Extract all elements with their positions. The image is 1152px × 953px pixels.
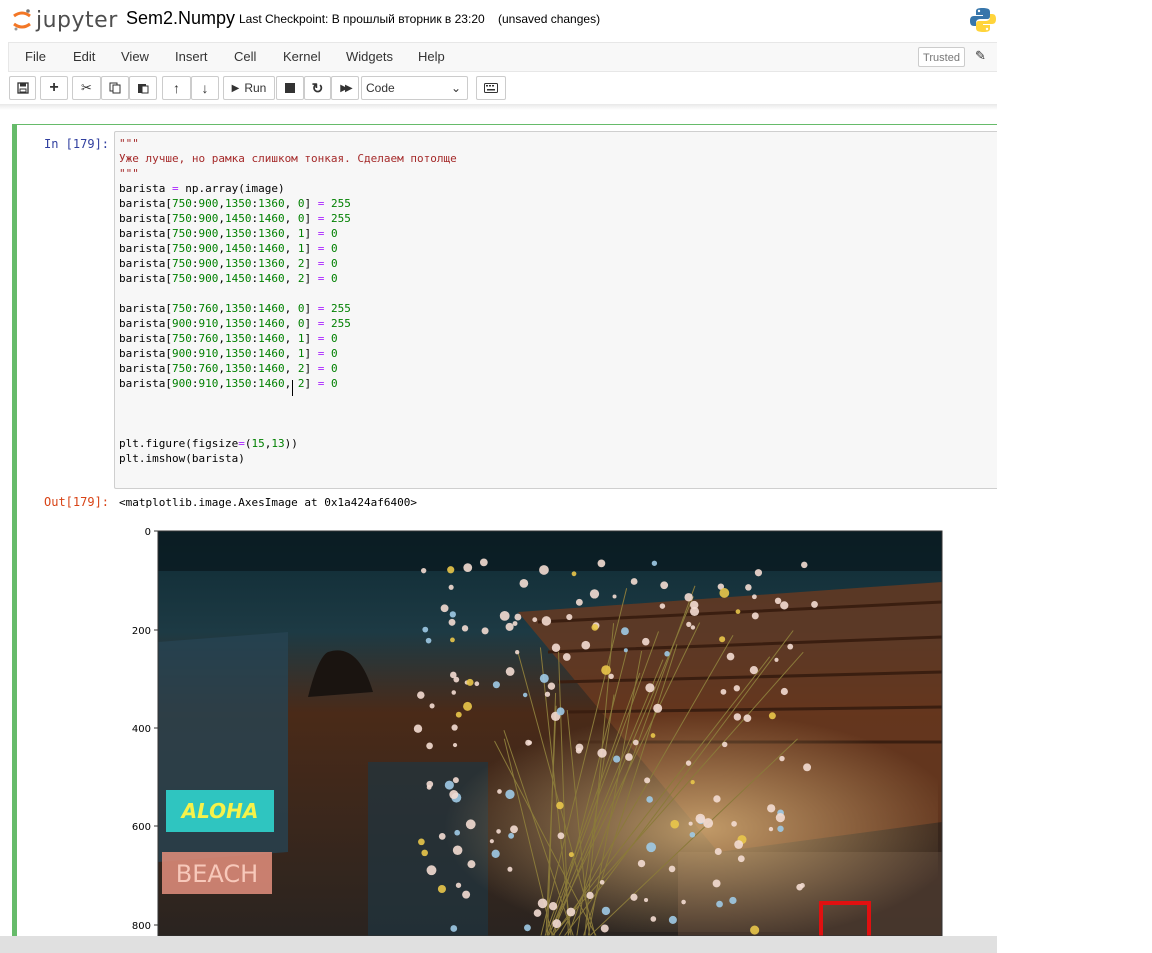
menu-view[interactable]: View [121,49,149,64]
run-all-button[interactable]: ▶▶ [331,76,359,100]
cut-button[interactable]: ✂ [72,76,101,100]
restart-button[interactable]: ↻ [304,76,331,100]
arrow-down-icon: ↓ [201,80,209,96]
jupyter-logo[interactable]: jupyter [12,6,118,34]
menu-kernel[interactable]: Kernel [283,49,321,64]
chevron-down-icon: ⌄ [450,81,461,95]
paste-button[interactable] [129,76,157,100]
plus-icon: + [49,79,59,96]
move-up-button[interactable]: ↑ [162,76,191,100]
notebook-app: jupyter Sem2.Numpy Last Checkpoint: В пр… [0,0,997,953]
save-icon [16,82,29,94]
menu-edit[interactable]: Edit [73,49,95,64]
notebook-name[interactable]: Sem2.Numpy [126,8,235,29]
keyboard-icon [484,83,498,93]
menu-widgets[interactable]: Widgets [346,49,393,64]
arrow-up-icon: ↑ [173,80,180,96]
paste-icon [138,84,149,94]
menu-help[interactable]: Help [418,49,445,64]
python-logo-icon [970,8,996,32]
fast-forward-icon: ▶▶ [340,82,353,94]
text-cursor [292,380,293,396]
restart-icon: ↻ [311,79,324,96]
play-icon: ▶ [231,82,240,94]
sign-aloha: ALOHA [180,799,259,823]
cell-type-select[interactable]: Code ⌄ [361,76,468,100]
jupyter-icon [13,9,31,31]
stop-icon [285,83,295,93]
save-button[interactable] [9,76,36,100]
scissors-icon: ✂ [81,80,92,95]
y-tick-200: 200 [132,626,151,637]
y-tick-0: 0 [145,527,151,538]
menu-cell[interactable]: Cell [234,49,256,64]
menu-file[interactable]: File [25,49,46,64]
edit-pencil-icon[interactable]: ✎ [975,48,986,64]
code-text[interactable]: """ Уже лучше, но рамка слишком тонкая. … [119,136,457,466]
run-button[interactable]: ▶ Run [223,76,275,100]
checkpoint-status: Last Checkpoint: В прошлый вторник в 23:… [239,12,485,26]
image-area: ALOHA BEACH [157,530,943,936]
move-down-button[interactable]: ↓ [191,76,219,100]
y-tick-800: 800 [132,921,151,932]
y-tick-400: 400 [132,724,151,735]
y-axis: 0 200 400 600 800 [132,527,158,932]
run-label: Run [244,81,267,95]
toolbar: + ✂ ↑ ↓ ▶ Run ↻ ▶▶ Code ⌄ [0,76,997,104]
interrupt-button[interactable] [276,76,304,100]
autosave-status: (unsaved changes) [498,12,601,26]
header-shadow [0,104,997,110]
menu-insert[interactable]: Insert [175,49,208,64]
output-prompt: Out[179]: [44,495,110,509]
menubar: File Edit View Insert Cell Kernel Widget… [8,42,997,72]
copy-icon [109,82,121,94]
output-text: <matplotlib.image.AxesImage at 0x1a424af… [119,496,418,509]
header: jupyter Sem2.Numpy Last Checkpoint: В пр… [0,0,997,40]
logo-text: jupyter [36,7,118,33]
copy-button[interactable] [101,76,129,100]
insert-cell-button[interactable]: + [40,76,68,100]
matplotlib-plot: ALOHA BEACH 0 200 400 600 800 [132,527,943,936]
cell-type-value: Code [366,81,395,95]
command-palette-button[interactable] [476,76,506,100]
horizontal-scrollbar[interactable] [0,936,997,953]
y-tick-600: 600 [132,822,151,833]
sign-beach: BEACH [176,860,258,888]
trusted-badge[interactable]: Trusted [918,47,965,67]
input-prompt: In [179]: [44,137,110,151]
